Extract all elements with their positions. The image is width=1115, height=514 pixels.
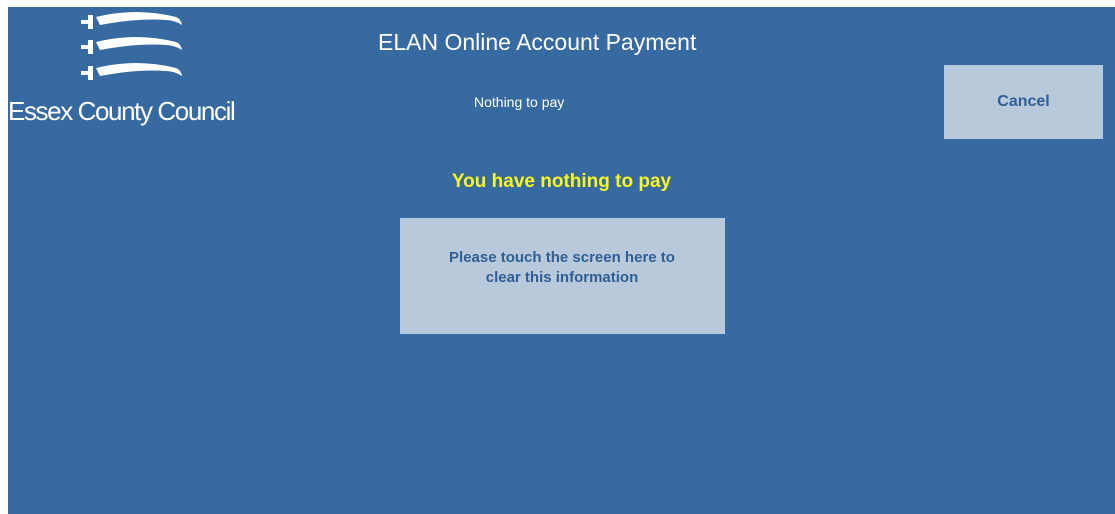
council-logo: Essex County Council	[8, 7, 268, 137]
page-subtitle: Nothing to pay	[474, 94, 565, 110]
nothing-to-pay-message: You have nothing to pay	[451, 171, 672, 192]
cancel-button-label: Cancel	[997, 93, 1050, 110]
page-title: ELAN Online Account Payment	[378, 29, 697, 55]
three-seaxes-icon	[81, 12, 182, 80]
payment-screen: Essex County Council ELAN Online Account…	[8, 7, 1115, 514]
logo-text: Essex County Council	[8, 96, 236, 126]
clear-information-button[interactable]: Please touch the screen here to clear th…	[400, 218, 725, 334]
cancel-button[interactable]: Cancel	[944, 65, 1103, 139]
clear-information-label: Please touch the screen here to clear th…	[449, 249, 675, 286]
